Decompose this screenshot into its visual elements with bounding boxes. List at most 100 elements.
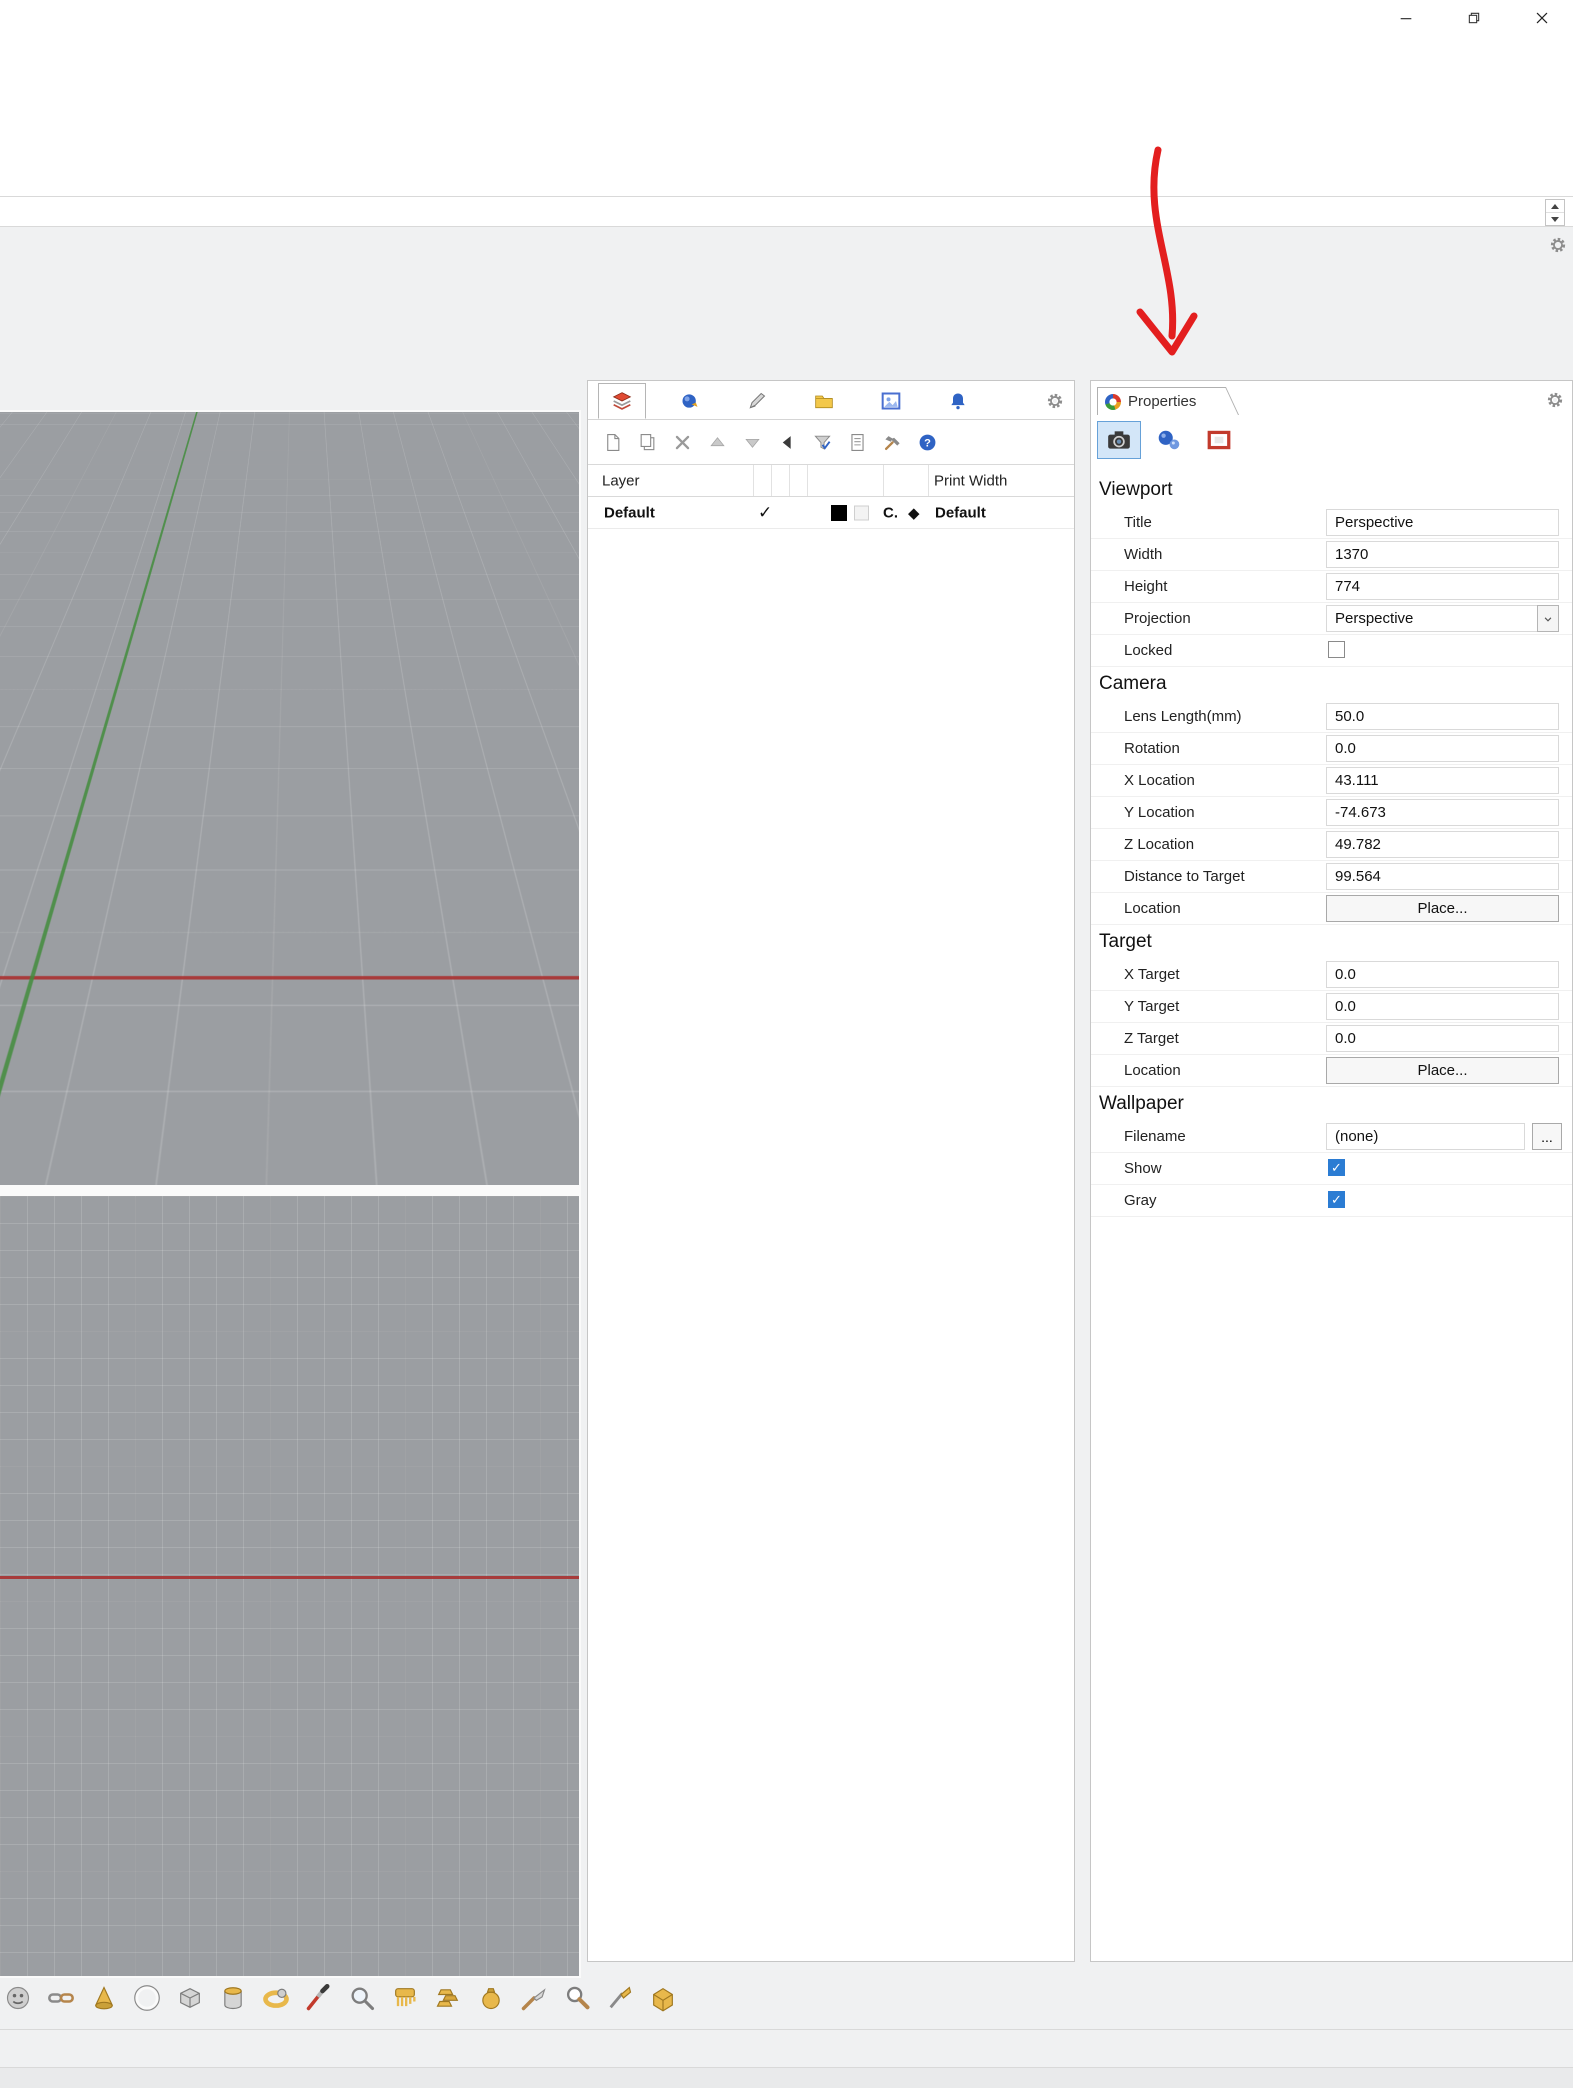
location-place-button[interactable]: Place... bbox=[1326, 895, 1559, 922]
tab-rendering[interactable] bbox=[868, 384, 914, 418]
close-button[interactable] bbox=[1519, 2, 1565, 34]
zoom-icon bbox=[563, 1984, 591, 2012]
tools-button[interactable] bbox=[881, 431, 903, 453]
link-button[interactable] bbox=[47, 1984, 75, 2012]
section-header-target: Target bbox=[1091, 925, 1572, 959]
cylinder-button[interactable] bbox=[219, 1984, 247, 2012]
spinner-down-button[interactable] bbox=[1546, 213, 1564, 225]
torus-button[interactable] bbox=[262, 1984, 290, 2012]
box-icon bbox=[176, 1984, 204, 2012]
lens-length-mm-field[interactable]: 50.0 bbox=[1326, 703, 1559, 730]
report-icon bbox=[848, 433, 867, 452]
tab-layers[interactable] bbox=[598, 383, 646, 419]
tab-display[interactable] bbox=[667, 384, 713, 418]
layer-column-header[interactable]: Layer bbox=[602, 472, 640, 489]
spinner-up-button[interactable] bbox=[1546, 200, 1564, 213]
circle-button[interactable] bbox=[133, 1984, 161, 2012]
distance-to-target-field[interactable]: 99.564 bbox=[1326, 863, 1559, 890]
properties-tab[interactable]: Properties bbox=[1097, 387, 1239, 415]
report-button[interactable] bbox=[846, 431, 868, 453]
comb-button[interactable] bbox=[391, 1984, 419, 2012]
gear-icon[interactable] bbox=[1546, 391, 1564, 409]
property-row: Distance to Target 99.564 bbox=[1091, 861, 1572, 893]
title-field[interactable]: Perspective bbox=[1326, 509, 1559, 536]
bell-tab-icon bbox=[948, 391, 968, 411]
projection-value: Perspective bbox=[1335, 610, 1413, 627]
move-up-button[interactable] bbox=[706, 431, 728, 453]
filter-button[interactable] bbox=[811, 431, 833, 453]
maximize-button[interactable] bbox=[1451, 2, 1497, 34]
property-label: Projection bbox=[1124, 603, 1191, 634]
material-properties-button[interactable] bbox=[1147, 421, 1191, 459]
pouch-button[interactable] bbox=[477, 1984, 505, 2012]
linetype-diamond-icon[interactable]: ◆ bbox=[908, 504, 920, 522]
property-row: X Location 43.111 bbox=[1091, 765, 1572, 797]
viewport-splitter[interactable] bbox=[0, 1185, 581, 1196]
new-layer-button[interactable] bbox=[601, 431, 623, 453]
width-field[interactable]: 1370 bbox=[1326, 541, 1559, 568]
copy-layer-button[interactable] bbox=[636, 431, 658, 453]
height-field[interactable]: 774 bbox=[1326, 573, 1559, 600]
section-header-viewport: Viewport bbox=[1091, 473, 1572, 507]
rotation-field[interactable]: 0.0 bbox=[1326, 735, 1559, 762]
tab-notifications[interactable] bbox=[935, 384, 981, 418]
brush-button[interactable] bbox=[305, 1984, 333, 2012]
magnifier-button[interactable] bbox=[348, 1984, 376, 2012]
layer-linetype[interactable]: Default bbox=[935, 504, 986, 521]
tab-annotate[interactable] bbox=[734, 384, 780, 418]
viewport-perspective[interactable] bbox=[0, 410, 581, 1185]
copy-icon bbox=[638, 433, 657, 452]
gear-icon[interactable] bbox=[1046, 392, 1064, 410]
cone-button[interactable] bbox=[90, 1984, 118, 2012]
gear-icon[interactable] bbox=[1549, 236, 1567, 254]
viewport-front[interactable] bbox=[0, 1196, 581, 1978]
zoom-button[interactable] bbox=[563, 1984, 591, 2012]
z-location-field[interactable]: 49.782 bbox=[1326, 831, 1559, 858]
y-target-field[interactable]: 0.0 bbox=[1326, 993, 1559, 1020]
locked-checkbox[interactable] bbox=[1328, 641, 1345, 658]
layer-row[interactable]: Default ✓ C. ◆ Default bbox=[588, 497, 1074, 529]
chevron-down-icon bbox=[1541, 612, 1555, 626]
layers-tab-icon bbox=[612, 391, 632, 411]
collapse-button[interactable] bbox=[776, 431, 798, 453]
minimize-button[interactable] bbox=[1383, 2, 1429, 34]
package-button[interactable] bbox=[649, 1984, 677, 2012]
scalpel-button[interactable] bbox=[520, 1984, 548, 2012]
delete-layer-button[interactable] bbox=[671, 431, 693, 453]
x-target-field[interactable]: 0.0 bbox=[1326, 961, 1559, 988]
gray-checkbox[interactable] bbox=[1328, 1191, 1345, 1208]
filename-field[interactable]: (none) bbox=[1326, 1123, 1525, 1150]
print-width-column-header[interactable]: Print Width bbox=[934, 472, 1007, 489]
construction-grid bbox=[0, 410, 581, 1185]
face-button[interactable] bbox=[4, 1984, 32, 2012]
z-target-field[interactable]: 0.0 bbox=[1326, 1025, 1559, 1052]
projection-dropdown[interactable]: Perspective bbox=[1326, 605, 1559, 632]
y-location-field[interactable]: -74.673 bbox=[1326, 799, 1559, 826]
layer-color-swatch[interactable] bbox=[831, 505, 847, 521]
property-label: Y Location bbox=[1124, 797, 1195, 828]
layer-list-header: Layer Print Width bbox=[588, 464, 1074, 497]
x-axis-line bbox=[0, 976, 581, 979]
help-button[interactable]: ? bbox=[916, 431, 938, 453]
layer-material-swatch[interactable] bbox=[854, 505, 869, 520]
knife-button[interactable] bbox=[606, 1984, 634, 2012]
x-location-field[interactable]: 43.111 bbox=[1326, 767, 1559, 794]
tab-files[interactable] bbox=[801, 384, 847, 418]
property-label: Filename bbox=[1124, 1121, 1186, 1152]
property-label: Y Target bbox=[1124, 991, 1179, 1022]
browse-button[interactable]: ... bbox=[1532, 1123, 1562, 1150]
show-checkbox[interactable] bbox=[1328, 1159, 1345, 1176]
layer-name[interactable]: Default bbox=[604, 504, 655, 521]
box-button[interactable] bbox=[176, 1984, 204, 2012]
bars-button[interactable] bbox=[434, 1984, 462, 2012]
command-history-spinner[interactable] bbox=[1545, 199, 1565, 226]
column-divider bbox=[928, 465, 929, 496]
move-up-icon bbox=[708, 433, 727, 452]
property-row: X Target 0.0 bbox=[1091, 959, 1572, 991]
viewport-properties-button[interactable] bbox=[1097, 421, 1141, 459]
move-down-button[interactable] bbox=[741, 431, 763, 453]
chevron-down-icon[interactable] bbox=[1537, 605, 1559, 632]
display-properties-button[interactable] bbox=[1197, 421, 1241, 459]
location-place-button[interactable]: Place... bbox=[1326, 1057, 1559, 1084]
column-divider bbox=[807, 465, 808, 496]
